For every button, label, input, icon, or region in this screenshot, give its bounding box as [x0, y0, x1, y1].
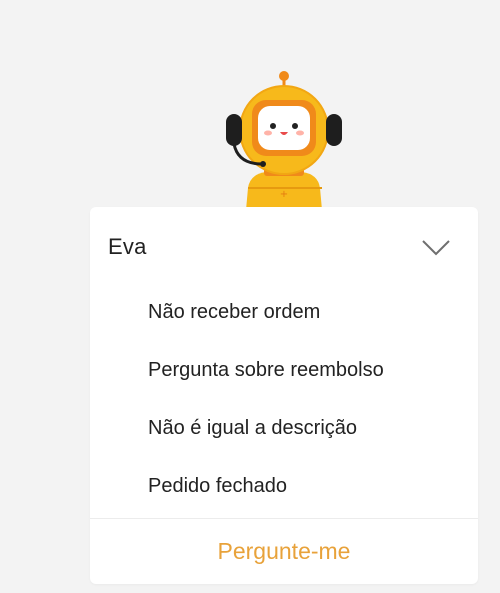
menu-item-pedido-fechado[interactable]: Pedido fechado [90, 461, 478, 519]
menu-item-label: Não receber ordem [148, 301, 321, 323]
robot-assistant-icon: + [226, 71, 342, 210]
svg-text:+: + [280, 189, 288, 200]
help-menu-card: Eva Não receber ordem Pergunta sobre ree… [90, 207, 478, 584]
menu-item-nao-igual-descricao[interactable]: Não é igual a descrição [90, 403, 478, 461]
card-header[interactable]: Eva [90, 207, 478, 287]
question-menu: Não receber ordem Pergunta sobre reembol… [90, 287, 478, 519]
assistant-name: Eva [108, 234, 147, 259]
ask-me-button[interactable]: Pergunte-me [90, 519, 478, 584]
menu-item-label: Pergunta sobre reembolso [148, 359, 384, 381]
menu-item-nao-receber-ordem[interactable]: Não receber ordem [90, 287, 478, 345]
menu-item-label: Pedido fechado [148, 475, 288, 497]
chat-widget: + Eva Não receber ordem Pergunta sobre r… [0, 0, 500, 593]
chevron-down-icon[interactable] [420, 238, 452, 258]
menu-item-pergunta-reembolso[interactable]: Pergunta sobre reembolso [90, 345, 478, 403]
menu-item-label: Não é igual a descrição [148, 417, 358, 439]
